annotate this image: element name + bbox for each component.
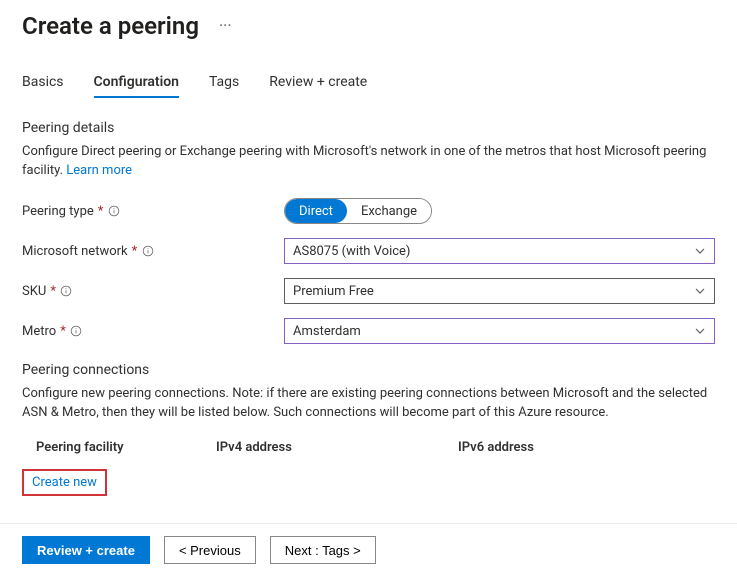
peering-details-heading: Peering details <box>22 120 715 136</box>
tab-configuration[interactable]: Configuration <box>94 68 179 98</box>
create-new-link[interactable]: Create new <box>32 475 97 490</box>
required-asterisk: * <box>50 284 56 299</box>
metro-label: Metro <box>22 324 56 339</box>
metro-select[interactable]: Amsterdam <box>284 318 715 344</box>
tabs: Basics Configuration Tags Review + creat… <box>22 68 715 98</box>
chevron-down-icon <box>694 245 706 257</box>
microsoft-network-value: AS8075 (with Voice) <box>293 244 410 259</box>
connections-table-header: Peering facility IPv4 address IPv6 addre… <box>22 440 715 455</box>
col-peering-facility: Peering facility <box>36 440 216 455</box>
microsoft-network-label: Microsoft network <box>22 244 128 259</box>
sku-value: Premium Free <box>293 284 374 299</box>
peering-connections-description: Configure new peering connections. Note:… <box>22 384 715 422</box>
metro-value: Amsterdam <box>293 324 361 339</box>
required-asterisk: * <box>60 324 66 339</box>
peering-type-exchange[interactable]: Exchange <box>347 199 431 223</box>
chevron-down-icon <box>694 285 706 297</box>
required-asterisk: * <box>98 204 104 219</box>
learn-more-link[interactable]: Learn more <box>66 163 132 178</box>
info-icon[interactable] <box>60 285 73 298</box>
review-create-button[interactable]: Review + create <box>22 536 150 564</box>
peering-type-toggle[interactable]: Direct Exchange <box>284 198 432 224</box>
previous-button[interactable]: < Previous <box>164 536 256 564</box>
sku-label: SKU <box>22 284 46 299</box>
sku-select[interactable]: Premium Free <box>284 278 715 304</box>
tab-review-create[interactable]: Review + create <box>269 68 367 98</box>
col-ipv4-address: IPv4 address <box>216 440 458 455</box>
chevron-down-icon <box>694 325 706 337</box>
col-ipv6-address: IPv6 address <box>458 440 715 455</box>
tab-basics[interactable]: Basics <box>22 68 64 98</box>
info-icon[interactable] <box>141 245 154 258</box>
info-icon[interactable] <box>107 205 120 218</box>
more-actions-button[interactable]: ··· <box>213 16 238 36</box>
microsoft-network-select[interactable]: AS8075 (with Voice) <box>284 238 715 264</box>
create-new-highlight: Create new <box>22 469 107 496</box>
next-button[interactable]: Next : Tags > <box>270 536 376 564</box>
required-asterisk: * <box>132 244 138 259</box>
page-title: Create a peering <box>22 12 199 40</box>
peering-connections-heading: Peering connections <box>22 362 715 378</box>
peering-type-label: Peering type <box>22 204 94 219</box>
tab-tags[interactable]: Tags <box>209 68 239 98</box>
peering-type-direct[interactable]: Direct <box>285 199 347 223</box>
peering-details-description: Configure Direct peering or Exchange pee… <box>22 142 715 180</box>
info-icon[interactable] <box>70 325 83 338</box>
